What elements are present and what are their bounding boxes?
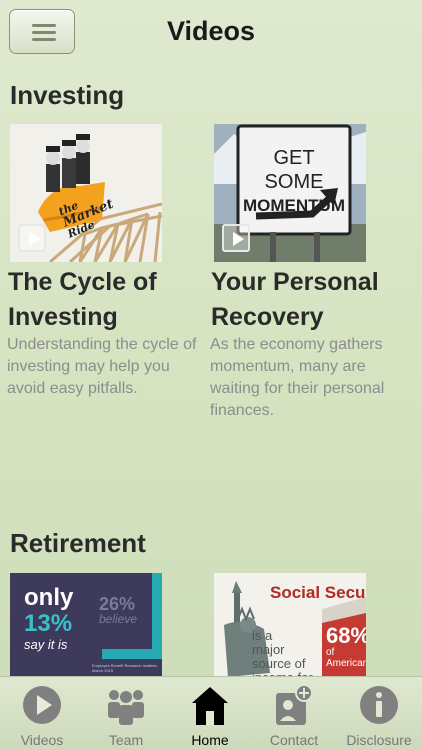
- card-title-line: Recovery: [211, 303, 324, 331]
- thumbnail-text: only 13% say it is: [24, 585, 73, 653]
- tab-team[interactable]: Team: [84, 677, 168, 750]
- thumbnail-text-line: GET SOME: [264, 147, 324, 193]
- home-icon: [192, 687, 228, 725]
- page-title: Videos: [166, 16, 256, 46]
- card-description: Understanding the cycle of investing may…: [7, 334, 212, 400]
- video-thumbnail[interactable]: GET SOME MOMENTUM: [214, 124, 366, 262]
- tab-bar: Videos Team Home Contact Disclosure: [0, 676, 422, 750]
- play-icon[interactable]: [222, 224, 250, 252]
- card-description-line: finances.: [210, 402, 275, 419]
- tab-videos[interactable]: Videos: [0, 677, 84, 750]
- thumbnail-text-social-security: Social Security: [270, 583, 366, 602]
- info-icon: [360, 686, 398, 724]
- video-card-cycle-of-investing[interactable]: the Market Ride The Cycle of Investing U…: [7, 124, 208, 404]
- card-description-line: avoid easy pitfalls.: [7, 380, 138, 397]
- thumbnail-text-americans: Americans: [326, 658, 366, 669]
- video-thumbnail[interactable]: the Market Ride: [10, 124, 162, 262]
- thumbnail-text: 26% believe: [99, 595, 137, 626]
- play-icon[interactable]: [18, 224, 46, 252]
- thumbnail-text-line: MOMENTUM: [243, 196, 345, 215]
- tab-disclosure[interactable]: Disclosure: [337, 677, 421, 750]
- card-description-line: Understanding the cycle of: [7, 336, 197, 353]
- section-title-investing: Investing: [10, 80, 125, 110]
- thumbnail-text-say: say it is: [24, 637, 68, 652]
- header: Videos: [0, 0, 422, 66]
- card-title-line: Investing: [8, 303, 118, 331]
- thumbnail-text-line: major: [252, 642, 285, 657]
- thumbnail-source: Employee Benefit Research Institute, Mar…: [92, 663, 158, 673]
- video-card-personal-recovery[interactable]: GET SOME MOMENTUM Your Personal Recovery…: [210, 124, 415, 424]
- card-description-line: As the economy gathers: [210, 336, 383, 353]
- card-title-line: Your Personal: [211, 268, 379, 296]
- card-description: As the economy gathers momentum, many ar…: [210, 334, 415, 422]
- tab-label: Videos: [20, 732, 64, 748]
- tab-contact[interactable]: Contact: [252, 677, 336, 750]
- thumbnail-text-line: source of: [252, 656, 306, 671]
- thumbnail-text-percent: 13%: [24, 610, 73, 637]
- play-circle-icon: [23, 686, 61, 724]
- card-description-line: investing may help you: [7, 358, 170, 375]
- thumbnail-text-percent: 68%: [326, 623, 366, 648]
- tab-label: Contact: [269, 732, 319, 748]
- thumbnail-text-percent-2: 26%: [99, 594, 136, 614]
- card-description-line: waiting for their personal: [210, 380, 385, 397]
- thumbnail-text-line: is a: [252, 628, 273, 643]
- card-description-line: momentum, many are: [210, 358, 366, 375]
- section-title-retirement: Retirement: [10, 528, 146, 558]
- tab-label: Home: [191, 732, 229, 748]
- contact-icon: [276, 684, 313, 725]
- thumbnail-text-only: only: [24, 584, 74, 611]
- tab-label: Team: [108, 732, 144, 748]
- thumbnail-text: 68% of Americans: [326, 623, 366, 670]
- card-title-line: The Cycle of: [8, 268, 157, 296]
- tab-label: Disclosure: [346, 732, 412, 748]
- team-icon: [108, 690, 144, 725]
- thumbnail-text-of: of: [326, 647, 335, 658]
- thumbnail-text-believe: believe: [99, 612, 138, 626]
- card-title[interactable]: The Cycle of Investing: [8, 265, 208, 335]
- tab-home[interactable]: Home: [168, 677, 252, 750]
- card-title[interactable]: Your Personal Recovery: [211, 265, 416, 335]
- thumbnail-text: GET SOME MOMENTUM: [242, 146, 346, 218]
